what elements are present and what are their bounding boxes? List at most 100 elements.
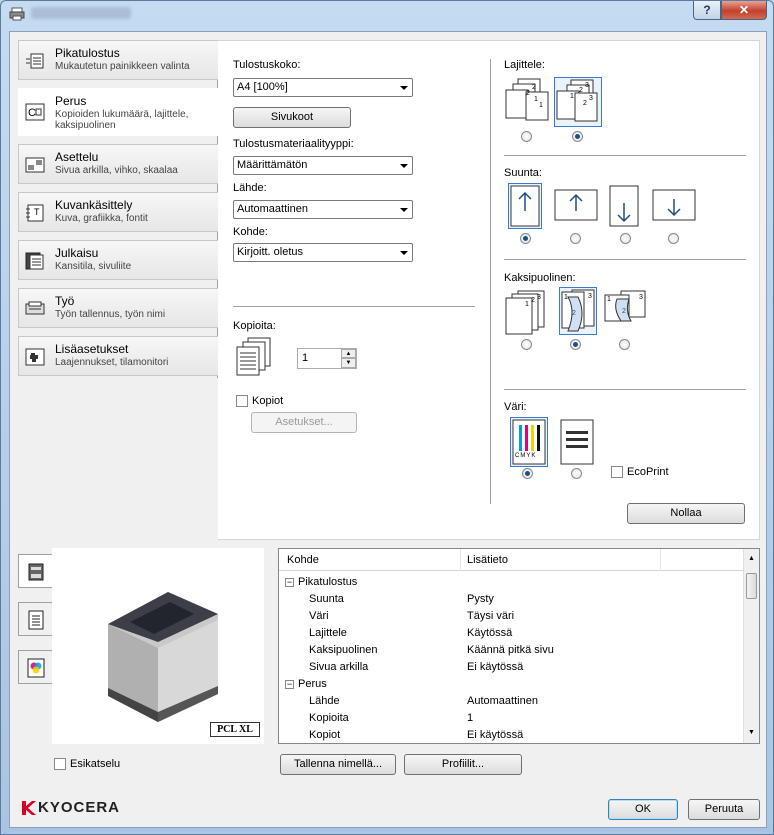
scroll-down-arrow-icon[interactable]: ▼ — [748, 729, 755, 736]
nav-item-publishing[interactable]: Julkaisu Kansitila, sivuliite — [18, 240, 218, 280]
column-header-item[interactable]: Kohde — [287, 554, 319, 566]
table-row[interactable]: Lajittele Käytössä — [279, 626, 745, 643]
column-divider — [460, 549, 461, 571]
copies-label: Kopioita: — [233, 320, 276, 332]
nav-item-advanced[interactable]: Lisäasetukset Laajennukset, tilamonitori — [18, 336, 218, 376]
media-type-label: Tulostusmateriaalityyppi: — [233, 138, 354, 150]
ok-button[interactable]: OK — [608, 799, 678, 820]
chevron-down-icon — [400, 251, 408, 255]
source-select[interactable]: Automaattinen — [233, 200, 413, 219]
landscape-rotated-radio[interactable] — [668, 233, 679, 244]
group-row[interactable]: − Perus — [279, 677, 745, 694]
divider — [504, 155, 746, 156]
vertical-scrollbar[interactable]: ▲ ▼ — [743, 549, 759, 743]
collapse-icon[interactable]: − — [285, 578, 294, 587]
nav-item-quick-print[interactable]: Pikatulostus Mukautetun painikkeen valin… — [18, 40, 218, 80]
copies-settings-button[interactable]: Asetukset... — [251, 412, 357, 433]
uncollated-radio[interactable] — [521, 131, 532, 142]
chevron-up-icon[interactable]: ▲ — [341, 349, 356, 358]
table-row[interactable]: Kopioita 1 — [279, 711, 745, 728]
table-row[interactable]: Kaksipuolinen Käännä pitkä sivu — [279, 643, 745, 660]
table-row[interactable]: Suunta Pysty — [279, 592, 745, 609]
cancel-button[interactable]: Peruuta — [688, 799, 760, 820]
svg-text:3: 3 — [639, 294, 643, 301]
svg-text:T: T — [34, 207, 40, 217]
cmyk-label: CMYK — [515, 453, 537, 459]
table-row[interactable]: Sivua arkilla Ei käytössä — [279, 660, 745, 677]
copies-stepper[interactable]: 1 ▲ ▼ — [297, 348, 357, 369]
portrait-rotated-arrow-icon[interactable] — [609, 185, 639, 227]
tab-printer-preview[interactable] — [18, 554, 52, 588]
duplex-short-edge-radio[interactable] — [619, 339, 630, 350]
nav-item-basic[interactable]: C Perus Kopioiden lukumäärä, lajittele, … — [18, 88, 219, 136]
pdl-label: PCL XL — [210, 722, 260, 737]
nav-title: Pikatulostus — [55, 46, 120, 60]
simplex-icon[interactable]: 321 — [504, 290, 548, 336]
printer-preview: PCL XL — [52, 548, 264, 744]
column-header-info[interactable]: Lisätieto — [467, 554, 508, 566]
reset-button[interactable]: Nollaa — [627, 503, 745, 524]
table-row[interactable]: Väri Täysi väri — [279, 609, 745, 626]
black-white-icon[interactable] — [560, 419, 594, 465]
table-row[interactable]: Kopiot Ei käytössä — [279, 728, 745, 745]
nav-item-imaging[interactable]: T Kuvankäsittely Kuva, grafiikka, fontit — [18, 192, 218, 232]
row-value: Pysty — [467, 593, 494, 605]
page-sizes-button[interactable]: Sivukoot — [233, 107, 351, 128]
collated-radio[interactable] — [572, 131, 583, 142]
nav-item-job[interactable]: Työ Työn tallennus, työn nimi — [18, 288, 218, 328]
layout-icon — [25, 157, 45, 173]
nav-item-layout[interactable]: Asettelu Sivua arkilla, vihko, skaalaa — [18, 144, 218, 184]
row-value: 1 — [467, 712, 474, 724]
tab-page-preview[interactable] — [18, 602, 52, 636]
duplex-label: Kaksipuolinen: — [504, 272, 576, 284]
help-button[interactable]: ? — [693, 1, 721, 20]
row-item: Pikatulostus — [298, 576, 358, 588]
nav-subtitle: Mukautetun painikkeen valinta — [55, 61, 190, 72]
duplex-short-edge-icon[interactable]: 3 1 2 — [603, 289, 649, 327]
preview-checkbox[interactable] — [54, 758, 66, 770]
settings-summary-list[interactable]: Kohde Lisätieto − Pikatulostus Suunta Pysty… — [278, 548, 760, 744]
destination-select[interactable]: Kirjoitt. oletus — [233, 243, 413, 262]
duplex-long-edge-radio[interactable] — [570, 339, 581, 350]
collate-copies-checkbox[interactable] — [236, 395, 248, 407]
collate-copies-label: Kopiot — [252, 395, 284, 407]
brand-logo: KYOCERA — [38, 799, 121, 816]
scroll-up-arrow-icon[interactable]: ▲ — [748, 555, 755, 562]
ecoprint-label: EcoPrint — [627, 466, 669, 478]
nav-subtitle: Sivua arkilla, vihko, skaalaa — [55, 165, 178, 176]
ecoprint-checkbox[interactable] — [611, 466, 623, 478]
profiles-button[interactable]: Profiilit... — [404, 754, 522, 775]
divider — [504, 389, 746, 390]
landscape-arrow-icon[interactable] — [554, 189, 598, 221]
row-item: Väri — [309, 610, 329, 622]
color-radio[interactable] — [522, 468, 533, 479]
row-value: Ei käytössä — [467, 729, 524, 741]
row-item: Suunta — [309, 593, 344, 605]
black-white-radio[interactable] — [571, 468, 582, 479]
portrait-radio[interactable] — [520, 233, 531, 244]
window-title — [31, 7, 131, 19]
collate-label: Lajittele: — [504, 59, 545, 71]
save-as-button[interactable]: Tallenna nimellä... — [280, 754, 396, 775]
print-size-select[interactable]: A4 [100%] — [233, 78, 413, 97]
print-size-value: A4 [100%] — [237, 81, 288, 93]
landscape-radio[interactable] — [570, 233, 581, 244]
collapse-icon[interactable]: − — [285, 680, 294, 689]
printer-image — [108, 592, 218, 722]
group-row[interactable]: − Pikatulostus — [279, 575, 745, 592]
divider — [490, 59, 491, 504]
simplex-radio[interactable] — [521, 339, 532, 350]
scroll-thumb[interactable] — [746, 573, 757, 599]
chevron-down-icon[interactable]: ▼ — [341, 358, 356, 368]
media-type-select[interactable]: Määrittämätön — [233, 156, 413, 175]
svg-text:1: 1 — [525, 301, 529, 308]
destination-label: Kohde: — [233, 226, 268, 238]
close-button[interactable]: ✕ — [721, 1, 767, 20]
color-circles-icon — [27, 658, 45, 678]
duplex-long-edge-icon: 3 1 2 — [561, 289, 595, 332]
landscape-rotated-arrow-icon[interactable] — [652, 189, 696, 221]
portrait-rotated-radio[interactable] — [620, 233, 631, 244]
tab-color-preview[interactable] — [18, 650, 52, 684]
table-row[interactable]: Lähde Automaattinen — [279, 694, 745, 711]
svg-text:3: 3 — [585, 82, 589, 89]
